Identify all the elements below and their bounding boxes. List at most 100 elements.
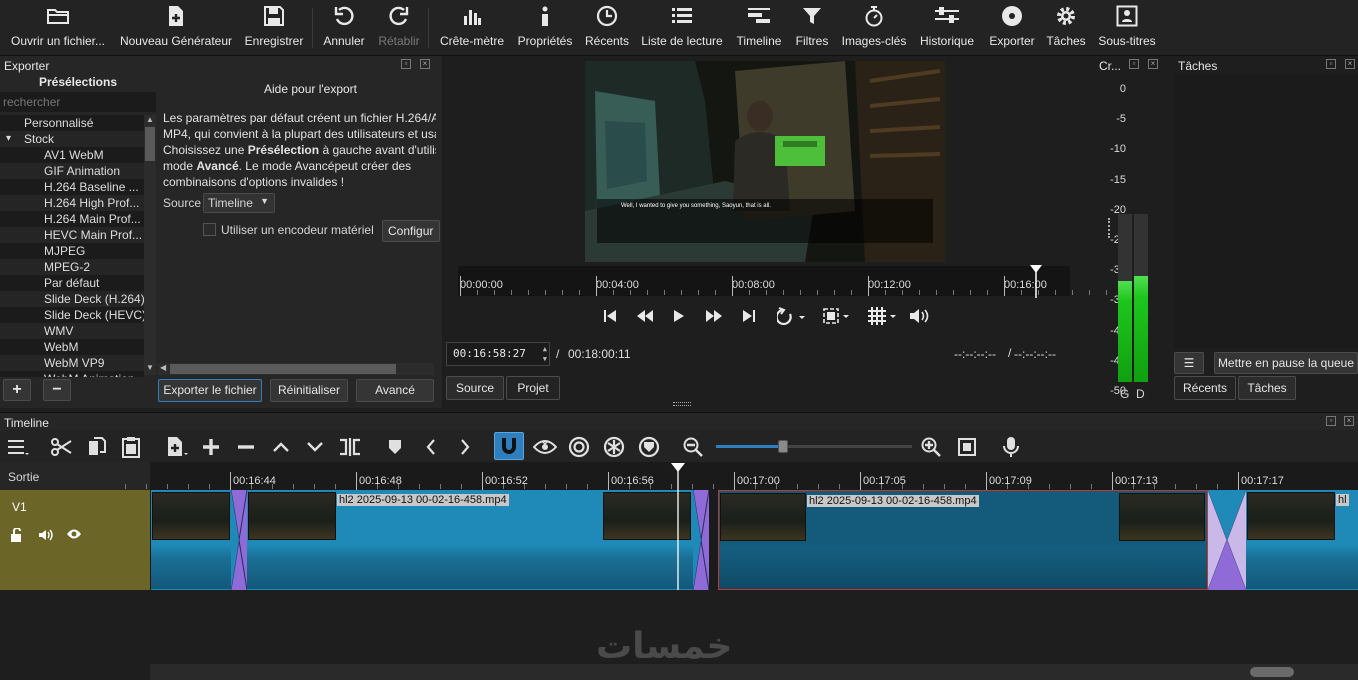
preset-item[interactable]: H.264 Main Prof... bbox=[0, 211, 144, 227]
preset-item[interactable]: HEVC Main Prof... bbox=[0, 227, 144, 243]
cut-button[interactable] bbox=[48, 434, 74, 460]
scroll-thumb[interactable] bbox=[1250, 667, 1294, 677]
zoom-slider[interactable] bbox=[716, 440, 912, 453]
ripple-all-button[interactable] bbox=[601, 434, 627, 460]
add-track-button[interactable] bbox=[198, 434, 224, 460]
meter-handle[interactable] bbox=[1108, 218, 1112, 238]
lift-button[interactable] bbox=[268, 434, 294, 460]
reset-button[interactable]: Réinitialiser bbox=[270, 379, 348, 402]
zoom-in-button[interactable] bbox=[918, 434, 944, 460]
clip-3[interactable]: hl bbox=[1246, 490, 1358, 590]
preset-item[interactable]: MJPEG bbox=[0, 243, 144, 259]
ripple-markers-button[interactable] bbox=[636, 434, 662, 460]
transition-1[interactable] bbox=[230, 489, 248, 591]
preset-search-input[interactable] bbox=[0, 92, 156, 112]
jobs-button[interactable]: Tâches bbox=[1044, 0, 1088, 56]
float-icon[interactable]: ▫ bbox=[1326, 416, 1336, 426]
volume-button[interactable] bbox=[904, 297, 936, 335]
help-hscrollbar[interactable]: ◀ bbox=[158, 363, 434, 375]
timeline-ruler[interactable]: 00:16:44 00:16:48 00:16:52 00:16:56 00:17:00… bbox=[125, 462, 1358, 490]
transition-3[interactable] bbox=[1207, 489, 1247, 591]
timeline-menu-button[interactable] bbox=[6, 434, 32, 460]
float-icon[interactable]: ▫ bbox=[1129, 59, 1139, 69]
previous-marker-button[interactable] bbox=[418, 434, 444, 460]
snap-button[interactable] bbox=[494, 432, 524, 460]
redo-button[interactable]: Rétablir bbox=[376, 0, 422, 56]
rewind-button[interactable] bbox=[629, 297, 661, 335]
close-icon[interactable]: × bbox=[1345, 59, 1355, 69]
recent-button[interactable]: Récents bbox=[582, 0, 632, 56]
open-file-button[interactable]: Ouvrir un fichier... bbox=[6, 0, 110, 56]
preset-item[interactable]: Slide Deck (H.264) bbox=[0, 291, 144, 307]
source-select[interactable]: Timeline ▼ bbox=[203, 193, 275, 213]
hw-encoder-checkbox[interactable] bbox=[203, 223, 216, 236]
clip-2-selected[interactable]: hl2 2025-09-13 00-02-16-458.mp4 bbox=[718, 490, 1208, 590]
zoom-fit-timeline-button[interactable] bbox=[954, 434, 980, 460]
preset-item[interactable]: WebM bbox=[0, 339, 144, 355]
timeline-hscrollbar[interactable] bbox=[150, 664, 1358, 680]
player-playhead[interactable] bbox=[1029, 264, 1043, 298]
new-generator-button[interactable]: Nouveau Générateur bbox=[118, 0, 234, 56]
tab-project[interactable]: Projet bbox=[506, 376, 560, 400]
copy-button[interactable] bbox=[84, 434, 110, 460]
preset-item[interactable]: AV1 WebM bbox=[0, 147, 144, 163]
spin-arrows-icon[interactable]: ▲ ▼ bbox=[543, 344, 547, 364]
preset-item[interactable]: MPEG-2 bbox=[0, 259, 144, 275]
timeline-button[interactable]: Timeline bbox=[732, 0, 786, 56]
preset-item[interactable]: Stock ▾ bbox=[0, 131, 144, 147]
export-button[interactable]: Exporter bbox=[986, 0, 1038, 56]
properties-button[interactable]: Propriétés bbox=[516, 0, 574, 56]
preset-item[interactable]: H.264 Baseline ... bbox=[0, 179, 144, 195]
clip-left[interactable] bbox=[151, 490, 231, 590]
advanced-button[interactable]: Avancé bbox=[356, 379, 434, 402]
export-file-button[interactable]: Exporter le fichier bbox=[158, 379, 262, 402]
zoom-fit-button[interactable] bbox=[816, 297, 858, 335]
video-preview[interactable]: Well, I wanted to give you something, Sa… bbox=[585, 61, 945, 262]
split-button[interactable] bbox=[337, 434, 363, 460]
float-icon[interactable]: ▫ bbox=[1326, 59, 1336, 69]
remove-button[interactable] bbox=[233, 434, 259, 460]
save-button[interactable]: Enregistrer bbox=[244, 0, 304, 56]
marker-button[interactable] bbox=[382, 434, 408, 460]
caret-icon[interactable]: ▾ bbox=[6, 131, 11, 147]
preset-item[interactable]: H.264 High Prof... bbox=[0, 195, 144, 211]
player-scrubber[interactable]: 00:00:00 00:04:00 00:08:00 00:12:00 00:16:00 bbox=[458, 266, 1124, 296]
filters-button[interactable]: Filtres bbox=[792, 0, 832, 56]
record-audio-button[interactable] bbox=[998, 434, 1024, 460]
peak-meter-button[interactable]: Crête-mètre bbox=[436, 0, 508, 56]
playlist-button[interactable]: Liste de lecture bbox=[640, 0, 724, 56]
preset-item[interactable]: GIF Animation bbox=[0, 163, 144, 179]
tab-source[interactable]: Source bbox=[446, 376, 504, 400]
tab-recent[interactable]: Récents bbox=[1174, 376, 1236, 400]
loop-button[interactable] bbox=[770, 297, 814, 335]
remove-preset-button[interactable]: − bbox=[43, 379, 71, 401]
preset-item[interactable]: WebM VP9 bbox=[0, 355, 144, 371]
subtitles-button[interactable]: Sous-titres bbox=[1096, 0, 1158, 56]
paste-button[interactable] bbox=[118, 434, 144, 460]
lock-icon[interactable] bbox=[10, 527, 24, 545]
current-time-field[interactable]: 00:16:58:27 ▲ ▼ bbox=[446, 342, 550, 366]
configure-button[interactable]: Configur bbox=[382, 220, 440, 242]
append-button[interactable] bbox=[164, 434, 190, 460]
overwrite-button[interactable] bbox=[302, 434, 328, 460]
track-header-v1[interactable]: V1 bbox=[0, 490, 150, 590]
zoom-slider-handle[interactable] bbox=[777, 440, 788, 453]
preset-item[interactable]: Par défaut bbox=[0, 275, 144, 291]
zoom-out-button[interactable] bbox=[680, 434, 706, 460]
fast-forward-button[interactable] bbox=[698, 297, 730, 335]
preset-item[interactable]: WebM Animation bbox=[0, 371, 144, 377]
scrub-button[interactable] bbox=[532, 434, 558, 460]
ripple-button[interactable] bbox=[566, 434, 592, 460]
mute-icon[interactable] bbox=[38, 528, 54, 545]
tasks-menu-button[interactable]: ☰ bbox=[1174, 352, 1204, 374]
skip-previous-button[interactable] bbox=[594, 297, 626, 335]
add-preset-button[interactable]: + bbox=[3, 379, 31, 401]
clip-1[interactable]: hl2 2025-09-13 00-02-16-458.mp4 bbox=[247, 490, 693, 590]
close-icon[interactable]: × bbox=[1148, 59, 1158, 69]
next-marker-button[interactable] bbox=[452, 434, 478, 460]
keyframes-button[interactable]: Images-clés bbox=[840, 0, 908, 56]
close-icon[interactable]: × bbox=[1344, 416, 1354, 426]
float-icon[interactable]: ▫ bbox=[401, 59, 411, 69]
play-button[interactable] bbox=[663, 297, 695, 335]
pause-queue-button[interactable]: Mettre en pause la queue bbox=[1214, 352, 1358, 374]
